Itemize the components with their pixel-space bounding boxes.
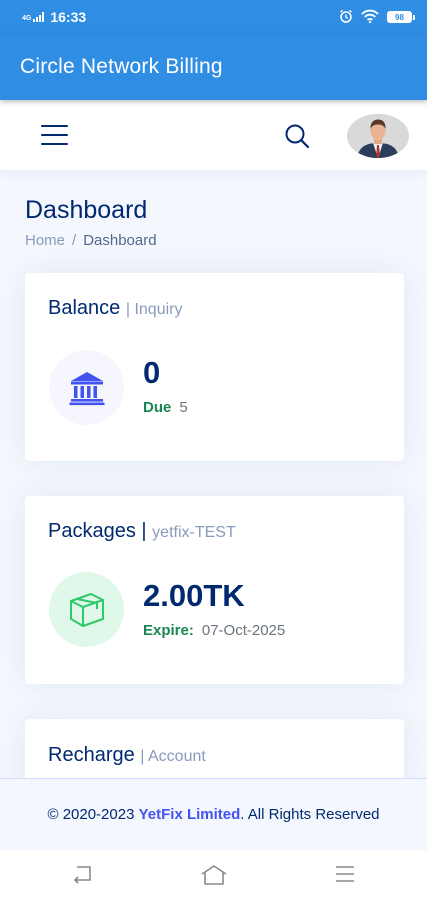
app-title: Circle Network Billing <box>20 55 223 78</box>
packages-title: Packages <box>48 520 136 542</box>
battery-icon: 98 <box>387 11 415 23</box>
wifi-icon <box>361 9 379 26</box>
alarm-icon <box>339 9 353 26</box>
due-label: Due <box>143 399 172 416</box>
package-price: 2.00TK <box>143 578 245 613</box>
package-expiry: Expire: 07-Oct-2025 <box>143 622 285 639</box>
status-time: 16:33 <box>50 9 87 25</box>
recharge-card-title: Recharge | Account <box>48 744 206 767</box>
footer-copyright: © 2020-2023 YetFix Limited. All Rights R… <box>47 806 379 823</box>
breadcrumb-current: Dashboard <box>83 232 157 249</box>
home-icon[interactable] <box>200 864 228 891</box>
packages-separator: | <box>141 520 147 542</box>
recharge-subtitle: | Account <box>140 748 206 765</box>
balance-value: 0 <box>143 355 161 390</box>
footer-prefix: © 2020-2023 <box>47 806 135 823</box>
box-icon <box>49 572 124 647</box>
breadcrumb-home[interactable]: Home <box>25 232 65 249</box>
page-title: Dashboard <box>25 196 148 224</box>
expire-date: 07-Oct-2025 <box>201 622 286 639</box>
bank-icon <box>49 350 124 425</box>
back-icon[interactable] <box>72 864 94 889</box>
due-value: 5 <box>179 399 188 416</box>
android-nav-bar <box>0 850 427 900</box>
footer-brand[interactable]: YetFix Limited <box>139 806 241 823</box>
search-icon[interactable] <box>283 122 311 155</box>
battery-level: 98 <box>387 11 412 23</box>
expire-label: Expire: <box>143 622 194 639</box>
network-signal-icon: 4G <box>22 12 45 22</box>
balance-due: Due 5 <box>143 399 188 416</box>
status-bar: 4G 16:33 98 <box>0 0 427 34</box>
breadcrumb-separator: / <box>72 232 77 249</box>
balance-subtitle: | Inquiry <box>125 301 183 318</box>
footer: © 2020-2023 YetFix Limited. All Rights R… <box>0 778 427 850</box>
network-type: 4G <box>22 15 32 22</box>
balance-card[interactable]: Balance | Inquiry 0 Due 5 <box>25 273 404 461</box>
user-avatar[interactable] <box>347 114 409 158</box>
status-left: 4G 16:33 <box>22 9 86 25</box>
packages-card-title: Packages | yetfix-TEST <box>48 520 236 543</box>
breadcrumb: Home / Dashboard <box>25 232 157 249</box>
packages-card[interactable]: Packages | yetfix-TEST 2.00TK Expire: 07… <box>25 496 404 684</box>
hamburger-icon[interactable] <box>41 125 68 145</box>
footer-suffix: . All Rights Reserved <box>240 806 380 823</box>
packages-subtitle: yetfix-TEST <box>152 524 236 541</box>
balance-title: Balance <box>48 297 121 319</box>
recharge-title: Recharge <box>48 744 135 766</box>
balance-card-title: Balance | Inquiry <box>48 297 182 320</box>
status-right: 98 <box>339 9 415 26</box>
recents-icon[interactable] <box>334 864 356 889</box>
app-bar: Circle Network Billing <box>0 34 427 100</box>
